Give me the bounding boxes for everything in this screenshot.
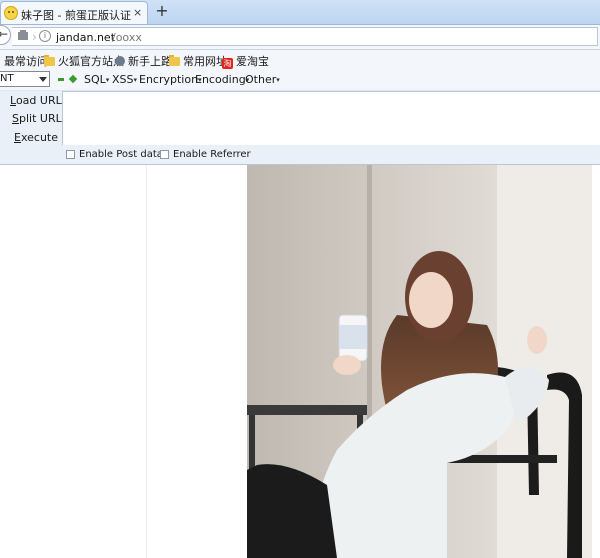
page-icon (18, 30, 28, 40)
bookmark-aitaobao[interactable]: 淘爱淘宝 (222, 53, 269, 69)
site-favicon-icon (4, 6, 18, 20)
menu-label: Encryption (139, 73, 199, 86)
execute-button[interactable]: Execute (14, 131, 58, 144)
menu-label: XSS (112, 73, 134, 86)
enable-referrer-checkbox[interactable] (160, 150, 169, 159)
bookmark-label: 最常访问 (4, 55, 48, 68)
taobao-icon: 淘 (222, 58, 233, 69)
hackbar-select[interactable]: NT (0, 71, 50, 87)
navigation-bar: ← › i jandan.net /ooxx (0, 25, 600, 50)
menu-sql[interactable]: SQL▾ (84, 73, 109, 86)
hackbar-actions: Load URL Split URL Execute (0, 91, 62, 145)
increase-icon[interactable] (68, 74, 78, 84)
hackbar-toolbar: NT SQL▾ XSS▾ Encryption▾ Encoding▾ Other… (0, 70, 600, 91)
bookmark-label: 爱淘宝 (236, 55, 269, 68)
menu-arrow-icon: ▾ (276, 76, 280, 84)
url-separator: › (32, 30, 37, 44)
tab-title: 妹子图 - 煎蛋正版认证 (21, 9, 131, 22)
menu-xss[interactable]: XSS▾ (112, 73, 137, 86)
menu-encoding[interactable]: Encoding▾ (195, 73, 249, 86)
url-host: jandan.net (56, 31, 116, 44)
hackbar-url-textarea[interactable] (62, 91, 600, 145)
url-bar[interactable]: › i jandan.net /ooxx (12, 27, 598, 46)
new-tab-button[interactable]: + (152, 1, 172, 21)
photo-illustration (247, 165, 592, 558)
menu-other[interactable]: Other▾ (245, 73, 280, 86)
button-label: oad URL (15, 94, 62, 107)
split-url-button[interactable]: Split URL (12, 112, 62, 125)
globe-icon (115, 56, 125, 66)
url-path: /ooxx (112, 31, 142, 44)
bookmark-label: 常用网址 (183, 55, 227, 68)
menu-encryption[interactable]: Encryption▾ (139, 73, 202, 86)
menu-arrow-icon: ▾ (133, 76, 138, 84)
post-photo[interactable] (247, 165, 592, 558)
decrease-icon[interactable] (58, 78, 64, 81)
folder-icon (44, 55, 55, 66)
back-button[interactable]: ← (0, 25, 11, 45)
page-content (0, 165, 600, 558)
enable-post-data-checkbox[interactable] (66, 150, 75, 159)
bookmarks-toolbar: 最常访问 火狐官方站点 新手上路 常用网址 淘爱淘宝 (0, 50, 600, 70)
enable-referrer-label: Enable Referrer (173, 149, 251, 160)
menu-arrow-icon: ▾ (105, 76, 110, 84)
menu-label: Encoding (195, 73, 246, 86)
accesskey: E (14, 131, 21, 144)
button-label: xecute (20, 131, 58, 144)
column-divider (146, 165, 147, 558)
bookmark-most-visited[interactable]: 最常访问 (4, 53, 48, 69)
button-label: plit URL (18, 112, 62, 125)
bookmark-common-sites[interactable]: 常用网址 (169, 53, 227, 69)
folder-icon (169, 55, 180, 66)
hackbar-select-value: NT (0, 73, 14, 84)
site-info-icon[interactable]: i (39, 30, 51, 42)
tab-active[interactable]: 妹子图 - 煎蛋正版认证 × (0, 1, 148, 24)
dropdown-arrow-icon (39, 77, 47, 82)
bookmark-getting-started[interactable]: 新手上路 (115, 53, 172, 69)
accesskey: S (12, 112, 19, 125)
bookmark-label: 新手上路 (128, 55, 172, 68)
bookmark-firefox-site[interactable]: 火狐官方站点 (44, 53, 124, 69)
back-arrow-icon: ← (0, 27, 9, 41)
menu-label: SQL (84, 73, 106, 86)
tab-close-icon[interactable]: × (133, 6, 142, 19)
menu-label: Other (245, 73, 277, 86)
hackbar-options: Enable Post data Enable Referrer (0, 145, 600, 165)
enable-post-data-label: Enable Post data (79, 149, 163, 160)
load-url-button[interactable]: Load URL (10, 94, 62, 107)
tab-strip: 妹子图 - 煎蛋正版认证 × + (0, 0, 600, 25)
